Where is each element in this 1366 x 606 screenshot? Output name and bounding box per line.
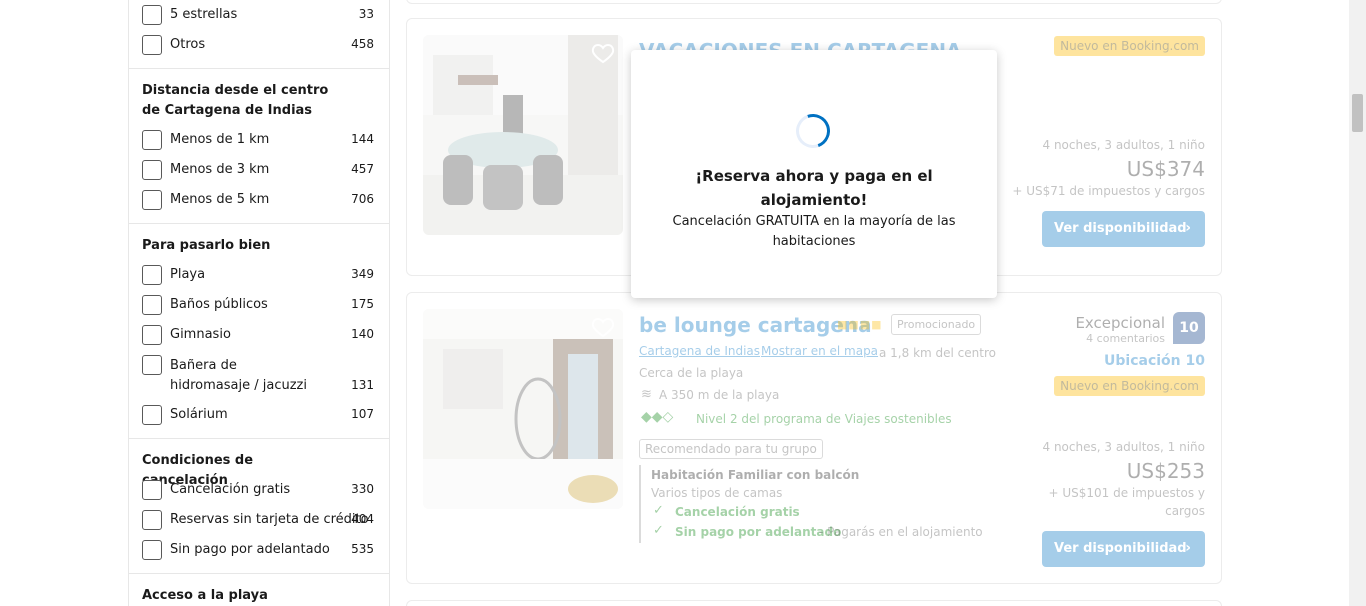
beach-section-title: Acceso a la playa	[142, 588, 268, 603]
location-score: Ubicación 10	[1104, 353, 1205, 369]
see-availability-button[interactable]: Ver disponibilidad ›	[1042, 211, 1205, 247]
checkbox[interactable]	[142, 130, 162, 150]
filters-sidebar: 5 estrellas 33 Otros 458 Distancia desde…	[128, 0, 390, 606]
property-photo[interactable]	[423, 35, 623, 235]
new-badge: Nuevo en Booking.com	[1054, 36, 1205, 56]
previous-listing-card	[406, 0, 1222, 4]
checkbox[interactable]	[142, 295, 162, 315]
divider	[639, 465, 641, 543]
bed-types: Varios tipos de camas	[651, 486, 783, 500]
review-count: 4 comentarios	[1086, 332, 1165, 345]
city-link[interactable]: Cartagena de Indias	[639, 344, 760, 358]
modal-subtitle: Cancelación GRATUITA en la mayoría de la…	[672, 214, 956, 249]
filter-5-stars[interactable]: 5 estrellas 33	[142, 5, 374, 27]
promoted-tag: Promocionado	[891, 314, 982, 335]
divider	[129, 438, 389, 439]
filter-beach[interactable]: Playa 349	[142, 265, 374, 287]
check-icon: ✓	[653, 503, 664, 518]
checkbox[interactable]	[142, 405, 162, 425]
filter-solarium[interactable]: Solárium 107	[142, 405, 374, 427]
taxes: + US$101 de impuestos y	[1048, 486, 1205, 500]
see-availability-button[interactable]: Ver disponibilidad ›	[1042, 531, 1205, 567]
checkbox[interactable]	[142, 35, 162, 55]
star-rating: ■■■■	[837, 318, 883, 331]
filter-no-credit-card[interactable]: Reservas sin tarjeta de crédito 404	[142, 510, 374, 532]
filter-no-prepayment[interactable]: Sin pago por adelantado 535	[142, 540, 374, 562]
no-prepayment: Sin pago por adelantado	[675, 525, 842, 539]
checkbox[interactable]	[142, 265, 162, 285]
filter-public-baths[interactable]: Baños públicos 175	[142, 295, 374, 317]
loading-modal: ¡Reserva ahora y paga en el alojamiento!…	[631, 50, 997, 298]
checkbox[interactable]	[142, 160, 162, 180]
sustainability-leaf-icon: ◆◆◇	[641, 409, 674, 425]
filter-free-cancel[interactable]: Cancelación gratis 330	[142, 480, 374, 502]
checkbox[interactable]	[142, 5, 162, 25]
loading-spinner-icon	[790, 108, 836, 154]
filter-gym[interactable]: Gimnasio 140	[142, 325, 374, 347]
room-type: Habitación Familiar con balcón	[651, 468, 860, 482]
distance-section-title: Distancia desde el centro de Cartagena d…	[142, 83, 329, 118]
review-score[interactable]: 10	[1173, 312, 1205, 344]
scrollbar-thumb[interactable]	[1352, 94, 1363, 132]
filter-others[interactable]: Otros 458	[142, 35, 374, 57]
checkbox[interactable]	[142, 480, 162, 500]
checkbox[interactable]	[142, 325, 162, 345]
modal-title: ¡Reserva ahora y paga en el alojamiento!	[695, 167, 933, 209]
beach-icon: ≋	[641, 387, 652, 402]
filter-distance-1km[interactable]: Menos de 1 km 144	[142, 130, 374, 152]
heart-icon[interactable]	[591, 41, 615, 65]
new-badge: Nuevo en Booking.com	[1054, 376, 1205, 396]
check-icon: ✓	[653, 523, 664, 538]
room-photo	[423, 309, 623, 509]
apartment-photo	[423, 35, 623, 235]
checkbox[interactable]	[142, 540, 162, 560]
price: US$253	[1126, 459, 1205, 483]
filter-jacuzzi[interactable]: Bañera de hidromasaje / jacuzzi 131	[142, 355, 374, 399]
page-scrollbar[interactable]	[1349, 0, 1366, 606]
divider	[129, 223, 389, 224]
heart-icon[interactable]	[591, 315, 615, 339]
pay-at-property: - Pagarás en el alojamiento	[819, 525, 983, 539]
stay-summary: 4 noches, 3 adultos, 1 niño	[1042, 440, 1206, 454]
stay-summary: 4 noches, 3 adultos, 1 niño	[1042, 138, 1206, 152]
near-beach: Cerca de la playa	[639, 366, 744, 380]
rating-word: Excepcional	[1075, 314, 1165, 332]
taxes: + US$71 de impuestos y cargos	[1012, 184, 1205, 198]
checkbox[interactable]	[142, 355, 162, 375]
beach-distance: A 350 m de la playa	[659, 388, 780, 402]
listing-card: be lounge cartagena ■■■■ Promocionado Ca…	[406, 292, 1222, 584]
recommended-tag: Recomendado para tu grupo	[639, 439, 823, 459]
checkbox[interactable]	[142, 190, 162, 210]
price: US$374	[1126, 157, 1205, 181]
show-on-map-link[interactable]: Mostrar en el mapa	[761, 344, 878, 358]
property-photo[interactable]	[423, 309, 623, 509]
chevron-right-icon: ›	[1185, 220, 1191, 236]
checkbox[interactable]	[142, 510, 162, 530]
taxes-cont: cargos	[1165, 504, 1205, 518]
fun-section-title: Para pasarlo bien	[142, 238, 271, 253]
free-cancellation: Cancelación gratis	[675, 505, 800, 519]
distance-from-center: a 1,8 km del centro	[879, 346, 996, 360]
next-listing-card	[406, 600, 1222, 606]
sustainability-level: Nivel 2 del programa de Viajes sostenibl…	[696, 412, 952, 426]
filter-distance-5km[interactable]: Menos de 5 km 706	[142, 190, 374, 212]
divider	[129, 68, 389, 69]
search-results-page: 5 estrellas 33 Otros 458 Distancia desde…	[0, 0, 1366, 606]
filter-distance-3km[interactable]: Menos de 3 km 457	[142, 160, 374, 182]
chevron-right-icon: ›	[1185, 540, 1191, 556]
divider	[129, 573, 389, 574]
